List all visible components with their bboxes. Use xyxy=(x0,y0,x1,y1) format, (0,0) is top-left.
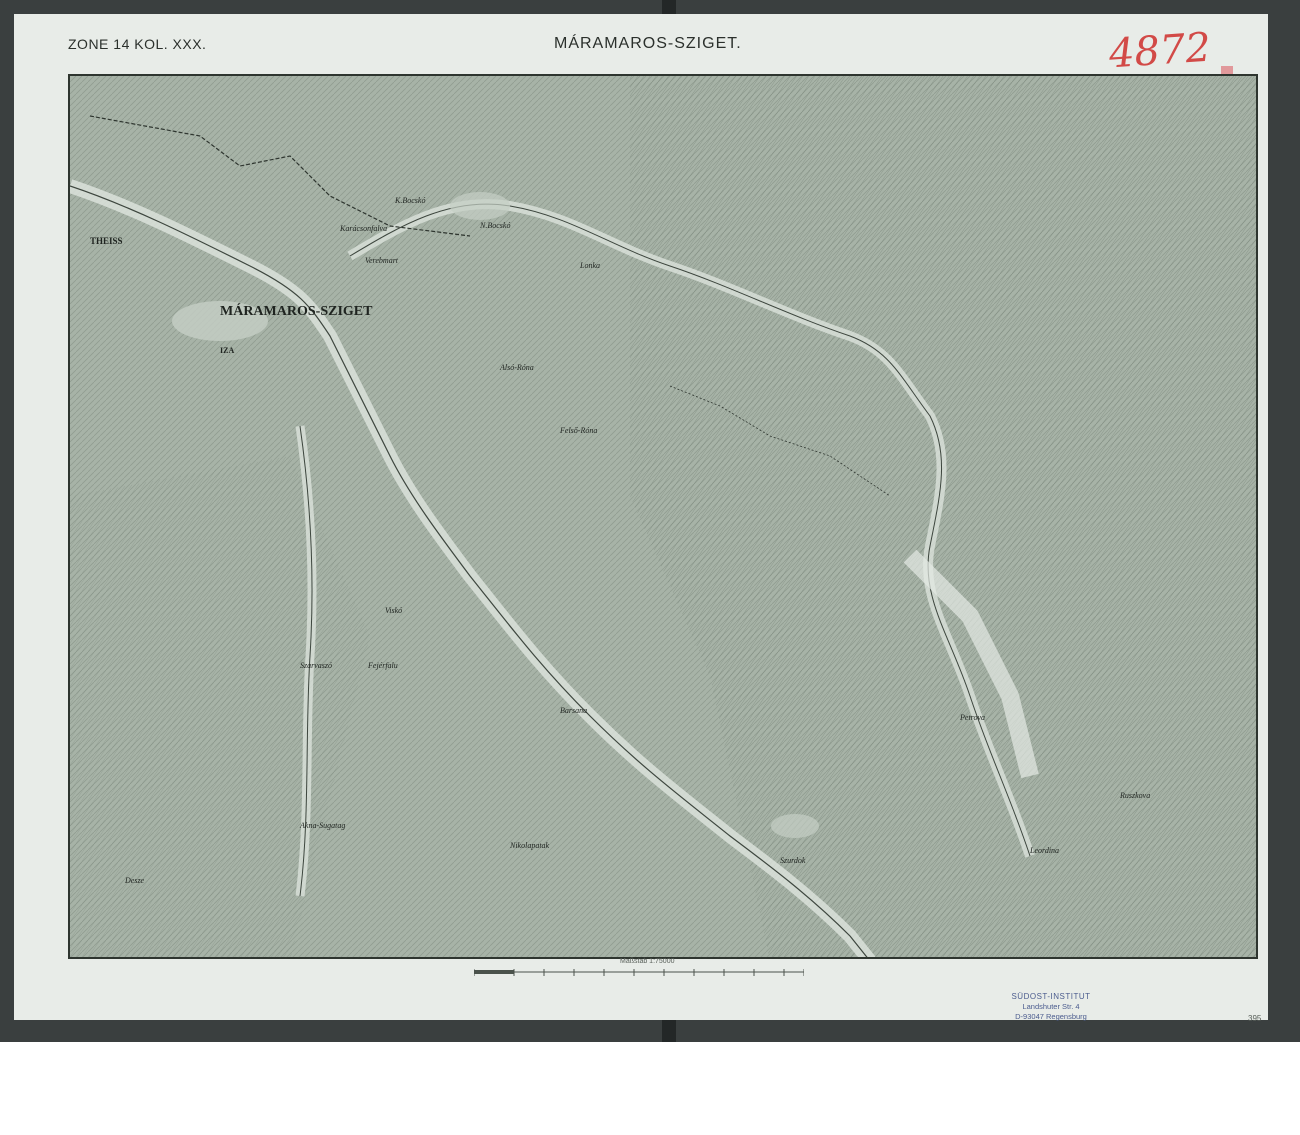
stamp-line-1: SÜDOST-INSTITUT xyxy=(1011,992,1091,1001)
map-label-theiss: THEISS xyxy=(90,236,123,246)
topographic-map: MÁRAMAROS-SZIGET THEISS IZA Lonka Felső-… xyxy=(68,74,1258,959)
map-label-fejerfalu: Fejérfalu xyxy=(368,661,398,670)
map-label-visko: Viskó xyxy=(385,606,403,615)
map-label-desze: Desze xyxy=(125,876,145,885)
page-number: 395 xyxy=(1248,1014,1262,1023)
handwritten-catalog-number: 4872 xyxy=(1107,24,1213,78)
map-sheet: ZONE 14 KOL. XXX. MÁRAMAROS-SZIGET. 4872 xyxy=(14,14,1268,1023)
map-label-felso-rona: Felső-Róna xyxy=(560,426,598,435)
map-label-karacsonfalva: Karácsonfalva xyxy=(340,224,388,233)
map-label-city: MÁRAMAROS-SZIGET xyxy=(220,304,373,319)
map-label-leordina: Leordina xyxy=(1030,846,1060,855)
map-label-barsana: Barsana xyxy=(560,706,588,715)
library-stamp: SÜDOST-INSTITUT Landshuter Str. 4 D-9304… xyxy=(992,988,1110,1034)
map-label-szarvaszo: Szarvaszó xyxy=(300,661,333,670)
map-label-lonka: Lonka xyxy=(580,261,600,270)
map-label-nikolapatak: Nikolapatak xyxy=(510,841,550,850)
map-label-ruszkova: Ruszkova xyxy=(1120,791,1151,800)
map-label-iza: IZA xyxy=(220,346,235,355)
zone-label: ZONE 14 KOL. XXX. xyxy=(68,36,207,52)
sheet-title: MÁRAMAROS-SZIGET. xyxy=(554,35,742,52)
scale-label: Maßstab 1:75000 xyxy=(620,958,675,965)
stamp-line-2: Landshuter Str. 4 xyxy=(1022,1002,1080,1011)
map-label-also-rona: Alsó-Róna xyxy=(500,363,534,372)
map-label-verebmart: Verebmart xyxy=(365,256,399,265)
map-label-kis-bocsko: K.Bocskó xyxy=(395,196,426,205)
stamp-line-3: D-93047 Regensburg xyxy=(1015,1012,1087,1021)
map-label-szurdok: Szurdok xyxy=(780,856,806,865)
scale-bar xyxy=(474,969,804,976)
terrain-drawing xyxy=(70,76,1256,957)
map-label-akna-sugatag: Akna-Sugatag xyxy=(300,821,346,830)
map-label-nagy-bocsko: N.Bocskó xyxy=(480,221,511,230)
map-label-petrova: Petrova xyxy=(960,713,986,722)
